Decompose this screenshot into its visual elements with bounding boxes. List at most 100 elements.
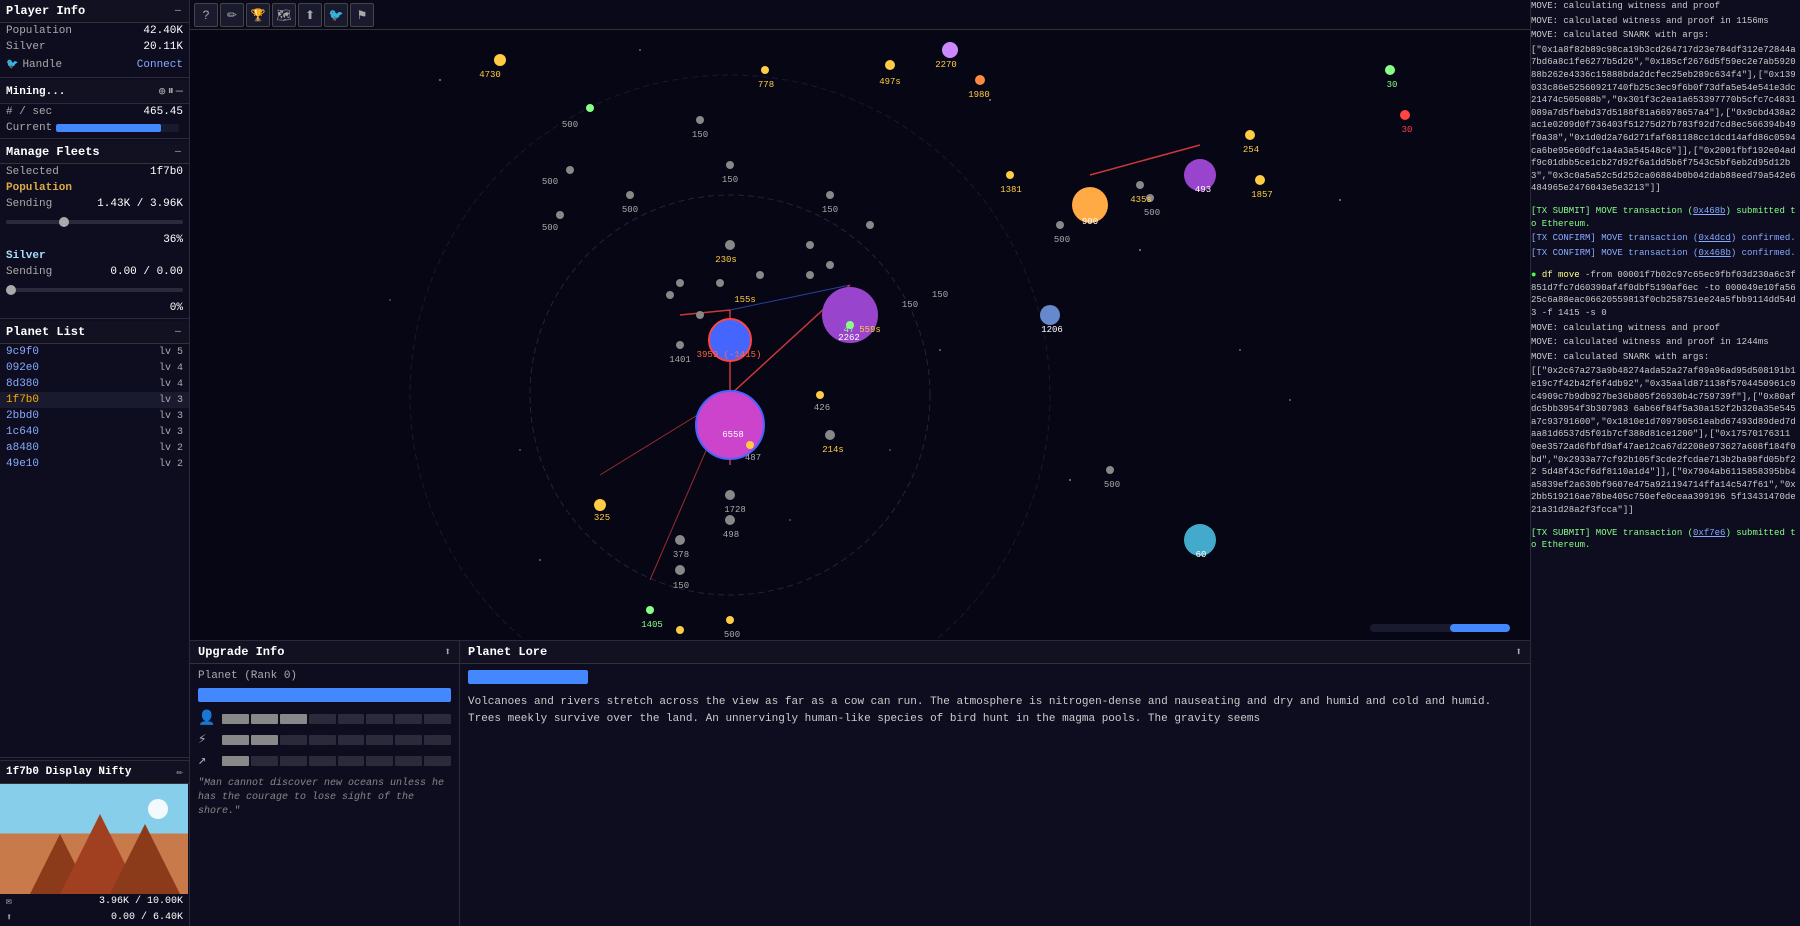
map-label: 500 <box>622 205 638 215</box>
lore-export-icon[interactable]: ⬆ <box>1515 645 1522 659</box>
population-slider-thumb[interactable] <box>59 217 69 227</box>
planet-dot[interactable] <box>1385 65 1395 75</box>
planet-dot[interactable] <box>626 191 634 199</box>
planet-dot[interactable] <box>708 318 752 362</box>
map-label: 900 <box>1082 217 1098 227</box>
planet-dot[interactable] <box>1106 466 1114 474</box>
planet-dot[interactable] <box>1072 187 1108 223</box>
planet-dot[interactable] <box>494 54 506 66</box>
planet-dot[interactable] <box>761 66 769 74</box>
planet-dot[interactable] <box>1040 305 1060 325</box>
silver-slider-thumb[interactable] <box>6 285 16 295</box>
planet-dot[interactable] <box>826 191 834 199</box>
planet-dot[interactable] <box>594 499 606 511</box>
planet-dot[interactable] <box>675 565 685 575</box>
planet-list-item[interactable]: 9c9f0lv 5 <box>0 344 189 360</box>
help-button[interactable]: ? <box>194 3 218 27</box>
planet-dot[interactable] <box>566 166 574 174</box>
planet-dot[interactable] <box>866 221 874 229</box>
planet-dot[interactable] <box>846 321 854 329</box>
planet-dot[interactable] <box>1184 159 1216 191</box>
upgrade-progress-bar <box>198 688 451 702</box>
tx-link[interactable]: 0x4dcd <box>1698 233 1730 243</box>
upgrade-panel-header: Upgrade Info ⬆ <box>190 641 459 664</box>
connect-button[interactable]: Connect <box>137 59 183 71</box>
planet-dot[interactable] <box>1255 175 1265 185</box>
planet-list-item[interactable]: 092e0lv 4 <box>0 360 189 376</box>
population-slider-track <box>6 220 183 224</box>
planet-list-item[interactable]: 49e10lv 2 <box>0 456 189 472</box>
planet-list-item[interactable]: 2bbd0lv 3 <box>0 408 189 424</box>
player-info-collapse[interactable]: — <box>173 6 183 17</box>
planet-list-item[interactable]: a8480lv 2 <box>0 440 189 456</box>
mining-collapse-icon[interactable]: — <box>176 84 183 99</box>
planet-dot[interactable] <box>716 279 724 287</box>
planet-dot[interactable] <box>806 241 814 249</box>
upgrade-export-icon[interactable]: ⬆ <box>444 645 451 659</box>
silver-slider[interactable] <box>0 282 189 298</box>
planet-dot[interactable] <box>586 104 594 112</box>
planet-dot[interactable] <box>726 161 734 169</box>
planet-dot[interactable] <box>1184 524 1216 556</box>
planet-dot[interactable] <box>822 287 878 343</box>
tx-link[interactable]: 0x468b <box>1693 206 1725 216</box>
planet-dot[interactable] <box>825 430 835 440</box>
planet-list-item[interactable]: 1c640lv 3 <box>0 424 189 440</box>
planet-preview-edit-icon[interactable]: ✏ <box>176 765 183 779</box>
planet-dot[interactable] <box>696 116 704 124</box>
map-label: 500 <box>1144 208 1160 218</box>
planet-dot[interactable] <box>726 616 734 624</box>
planet-list-item[interactable]: 1f7b0lv 3 <box>0 392 189 408</box>
flag-button[interactable]: ⚑ <box>350 3 374 27</box>
twitter-button[interactable]: 🐦 <box>324 3 348 27</box>
map-label: 230s <box>715 255 737 265</box>
planet-dot[interactable] <box>826 261 834 269</box>
planet-dot[interactable] <box>646 606 654 614</box>
scroll-indicator[interactable] <box>1370 624 1510 632</box>
mining-target-icon[interactable]: ⊕ <box>159 84 166 99</box>
planet-list-collapse[interactable]: — <box>173 327 183 338</box>
trophy-button[interactable]: 🏆 <box>246 3 270 27</box>
mining-pause-icon[interactable]: ⏸ <box>168 84 174 99</box>
planet-dot[interactable] <box>676 279 684 287</box>
planet-dot[interactable] <box>816 391 824 399</box>
planet-dot[interactable] <box>756 271 764 279</box>
planet-dot[interactable] <box>975 75 985 85</box>
game-map[interactable]: ? ✏ 🏆 🗺 ⬆ 🐦 ⚑ <box>190 0 1530 640</box>
log-entry: MOVE: calculated SNARK with args: <box>1531 29 1800 42</box>
planet-dot[interactable] <box>666 291 674 299</box>
planet-dot[interactable] <box>942 42 958 58</box>
map-svg <box>190 0 1530 640</box>
planet-dot[interactable] <box>695 390 765 460</box>
manage-fleets-collapse[interactable]: — <box>173 147 183 158</box>
planet-dot[interactable] <box>676 626 684 634</box>
population-slider[interactable] <box>0 214 189 230</box>
planet-dot[interactable] <box>1006 171 1014 179</box>
planet-dot[interactable] <box>1400 110 1410 120</box>
upgrade-button[interactable]: ⬆ <box>298 3 322 27</box>
tx-link[interactable]: 0x468b <box>1698 248 1730 258</box>
planet-dot[interactable] <box>725 515 735 525</box>
manage-fleets-title: Manage Fleets <box>6 145 100 159</box>
center-bottom: Upgrade Info ⬆ Planet (Rank 0) 👤 <box>190 640 1530 926</box>
map-button[interactable]: 🗺 <box>272 3 296 27</box>
planet-dot[interactable] <box>806 271 814 279</box>
planet-pop-stat-row: ✉ 3.96K / 10.00K <box>0 894 189 910</box>
planet-dot[interactable] <box>746 441 754 449</box>
planet-list-item[interactable]: 8d380lv 4 <box>0 376 189 392</box>
planet-dot[interactable] <box>1056 221 1064 229</box>
map-label: 1405 <box>641 620 663 630</box>
planet-dot[interactable] <box>1245 130 1255 140</box>
planet-dot[interactable] <box>675 535 685 545</box>
planet-dot[interactable] <box>696 311 704 319</box>
upgrade-content: Planet (Rank 0) 👤 <box>190 664 459 825</box>
planet-dot[interactable] <box>1146 194 1154 202</box>
planet-dot[interactable] <box>1136 181 1144 189</box>
planet-dot[interactable] <box>556 211 564 219</box>
planet-dot[interactable] <box>725 490 735 500</box>
planet-dot[interactable] <box>725 240 735 250</box>
planet-dot[interactable] <box>885 60 895 70</box>
pencil-button[interactable]: ✏ <box>220 3 244 27</box>
tx-link[interactable]: 0xf7e6 <box>1693 528 1725 538</box>
planet-dot[interactable] <box>676 341 684 349</box>
